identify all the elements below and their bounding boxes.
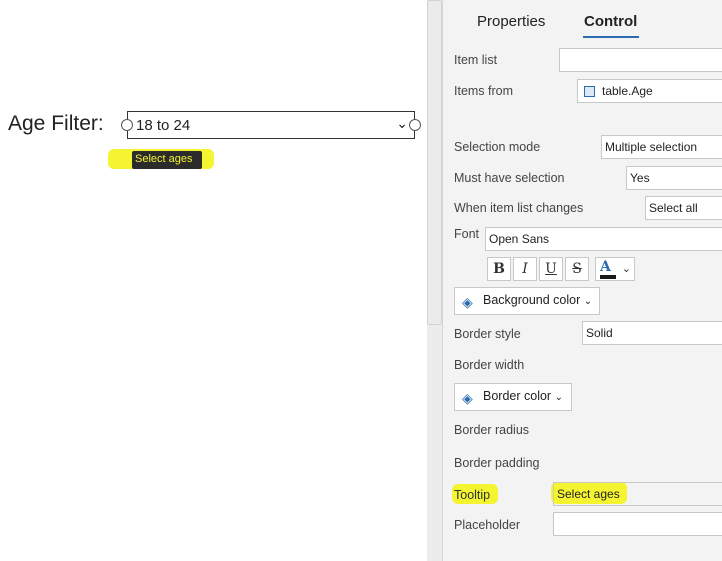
item-list-changes-select[interactable]: Select all	[645, 196, 722, 220]
strikethrough-button[interactable]: S	[565, 257, 589, 281]
age-filter-label: Age Filter:	[8, 112, 104, 135]
properties-panel: Properties Control Item list Items from …	[442, 0, 722, 561]
items-from-label: Items from	[454, 84, 514, 98]
scrollbar-thumb[interactable]	[427, 0, 442, 325]
placeholder-label: Placeholder	[454, 518, 521, 532]
canvas: Age Filter: 18 to 24 ⌄ Select ages	[0, 0, 426, 561]
font-label: Font	[454, 227, 480, 241]
item-list-changes-label: When item list changes	[454, 201, 584, 215]
paint-bucket-icon: ◈	[462, 294, 473, 310]
background-color-label: Background color	[483, 293, 581, 307]
dropdown-tooltip: Select ages	[132, 151, 202, 169]
font-color-icon: A	[600, 259, 611, 275]
background-color-button[interactable]: ◈ Background color ⌄	[454, 287, 600, 315]
must-have-selection-label: Must have selection	[454, 171, 565, 185]
item-list-input[interactable]	[559, 48, 722, 72]
active-tab-indicator	[583, 36, 639, 38]
selection-mode-select[interactable]: Multiple selection	[601, 135, 722, 159]
chevron-down-icon: ⌄	[621, 262, 631, 275]
border-padding-label: Border padding	[454, 456, 540, 470]
tooltip-input[interactable]: Select ages	[553, 482, 722, 506]
underline-button[interactable]: U	[539, 257, 563, 281]
bold-button[interactable]: B	[487, 257, 511, 281]
item-list-label: Item list	[454, 53, 498, 67]
border-color-label: Border color	[483, 389, 552, 403]
panel-tabs: Properties Control	[443, 0, 722, 40]
border-color-button[interactable]: ◈ Border color ⌄	[454, 383, 572, 411]
must-have-selection-select[interactable]: Yes	[626, 166, 722, 190]
border-radius-label: Border radius	[454, 423, 530, 437]
resize-handle-left[interactable]	[121, 119, 133, 131]
placeholder-input[interactable]	[553, 512, 722, 536]
resize-handle-right[interactable]	[409, 119, 421, 131]
border-style-label: Border style	[454, 327, 521, 341]
chevron-down-icon: ⌄	[554, 392, 563, 403]
scrollbar-track[interactable]	[427, 325, 442, 561]
items-from-value: table.Age	[602, 84, 653, 98]
age-filter-dropdown[interactable]: 18 to 24 ⌄	[127, 111, 415, 139]
border-style-select[interactable]: Solid	[582, 321, 722, 345]
paint-bucket-icon: ◈	[462, 390, 473, 406]
font-select[interactable]: Open Sans	[485, 227, 722, 251]
chevron-down-icon: ⌄	[583, 296, 593, 307]
items-from-field[interactable]: table.Age	[577, 79, 722, 103]
tooltip-label: Tooltip	[454, 488, 491, 502]
tab-control[interactable]: Control	[584, 13, 637, 30]
font-color-bar	[600, 275, 616, 279]
tab-properties[interactable]: Properties	[477, 13, 545, 30]
italic-button[interactable]: I	[513, 257, 537, 281]
canvas-scrollbar[interactable]	[426, 0, 442, 561]
dropdown-selected-value: 18 to 24	[136, 117, 191, 134]
table-icon	[584, 86, 595, 97]
selection-mode-label: Selection mode	[454, 140, 541, 154]
font-color-button[interactable]: A ⌄	[595, 257, 635, 281]
chevron-down-icon[interactable]: ⌄	[396, 116, 408, 132]
border-width-label: Border width	[454, 358, 525, 372]
